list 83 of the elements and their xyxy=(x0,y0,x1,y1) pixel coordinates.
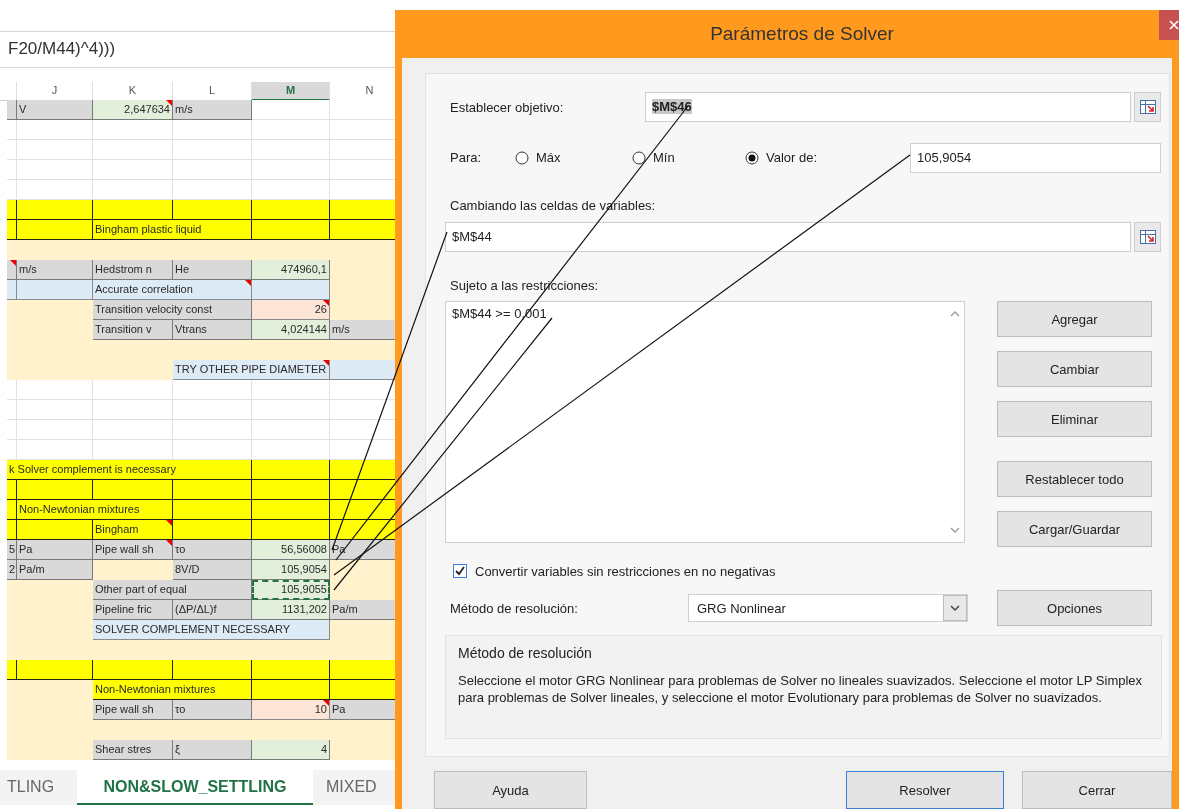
formula-bar[interactable]: F20/M44)^4))) xyxy=(0,32,395,68)
sheet-tab[interactable]: TLING xyxy=(7,770,77,805)
radio-label: Valor de: xyxy=(766,150,818,165)
dialog-button[interactable]: Cambiar xyxy=(997,351,1152,387)
cell-text: Bingham plastic liquid xyxy=(95,223,202,235)
cell-text: 2,647634 xyxy=(124,103,170,115)
radio-label: Máx xyxy=(536,150,561,165)
cell-text: V xyxy=(19,103,27,115)
cell-text: Pa xyxy=(19,543,33,555)
cell-text: Vtrans xyxy=(175,323,207,335)
chevron-down-icon xyxy=(950,527,960,534)
cell-text: Pa/m xyxy=(19,563,45,575)
cell-text: (ΔP/ΔL)f xyxy=(175,603,217,615)
range-button[interactable] xyxy=(1134,222,1161,252)
cell-text: τo xyxy=(175,543,186,555)
description-text: Seleccione el motor GRG Nonlinear para problemas de Solver no lineales suavizados. Seleccione el motor LP Simplex para problemas de Solver lineales, y seleccione el motor Evolutionary para problemas de Solver no suavizados. xyxy=(458,672,1144,706)
radio-button[interactable] xyxy=(515,150,529,165)
cell-text: 26 xyxy=(314,303,327,315)
cell-text: 474960,1 xyxy=(281,263,327,275)
cell-text: 10 xyxy=(314,703,327,715)
cell-text: 105,9054 xyxy=(281,563,327,575)
cell-text: 4 xyxy=(320,743,327,755)
cell-text: Pipeline fric xyxy=(95,603,152,615)
cell-text: τo xyxy=(175,703,186,715)
cell-text: 8V/D xyxy=(175,563,200,575)
cell-text: He xyxy=(175,263,190,275)
cell-text: ξ xyxy=(175,743,180,755)
cell-text: TRY OTHER PIPE DIAMETER xyxy=(175,363,327,375)
chevron-down-icon xyxy=(943,595,967,621)
range-button[interactable] xyxy=(1134,92,1161,122)
grid-arrow-icon xyxy=(1139,100,1156,114)
checkbox-label: Convertir variables sin restricciones en no negativas xyxy=(474,563,776,579)
radio-button[interactable] xyxy=(745,150,759,165)
dialog-button[interactable]: Resolver xyxy=(846,771,1004,809)
cell-text: Accurate correlation xyxy=(95,283,193,295)
dialog-button[interactable]: Eliminar xyxy=(997,401,1152,437)
cell-text: Pa xyxy=(332,703,346,715)
field-label: Método de resolución: xyxy=(449,600,579,616)
cell-text: Other part of equal xyxy=(95,583,187,595)
radio-label: Mín xyxy=(653,150,675,165)
cell-text: 2 xyxy=(9,563,16,575)
sheet-tab[interactable]: NON&SLOW_SETTLING xyxy=(77,770,313,805)
cell-text: Shear stres xyxy=(95,743,152,755)
cell-text: Transition velocity const xyxy=(95,303,212,315)
method-dropdown[interactable]: GRG Nonlinear xyxy=(688,594,968,622)
cell-text: m/s xyxy=(19,263,37,275)
cell-text: 4,024144 xyxy=(281,323,327,335)
dialog-title: Parámetros de Solver xyxy=(710,23,894,45)
cell-text: 56,56008 xyxy=(281,543,327,555)
cell-text: SOLVER COMPLEMENT NECESSARY xyxy=(95,623,290,635)
checkbox[interactable] xyxy=(453,564,467,578)
chevron-up-icon xyxy=(950,310,960,317)
close-button[interactable] xyxy=(1159,10,1179,40)
cell-text: Pipe wall sh xyxy=(95,543,154,555)
cell-text: Pa/m xyxy=(332,603,358,615)
dialog-button[interactable]: Ayuda xyxy=(434,771,587,809)
dialog-button[interactable]: Opciones xyxy=(997,590,1152,626)
cell-text: k Solver complement is necessary xyxy=(9,463,176,475)
cell-text: Non-Newtonian mixtures xyxy=(95,683,216,695)
cell-text: m/s xyxy=(332,323,350,335)
cell-text: Non-Newtonian mixtures xyxy=(19,503,140,515)
radio-button[interactable] xyxy=(632,150,646,165)
cell-text: 1131,202 xyxy=(281,603,327,615)
objective-field[interactable]: $M$46 xyxy=(645,92,1131,122)
cell-text: Transition v xyxy=(95,323,152,335)
sheet-tab[interactable]: MIXED xyxy=(313,770,390,805)
cell-text: m/s xyxy=(175,103,193,115)
value-field[interactable]: 105,9054 xyxy=(910,142,1161,173)
dialog-button[interactable]: Restablecer todo xyxy=(997,461,1152,497)
close-icon xyxy=(1169,20,1179,30)
cell-text: 5 xyxy=(9,543,16,555)
dialog-button[interactable]: Agregar xyxy=(997,301,1152,337)
cell-text: Pipe wall sh xyxy=(95,703,154,715)
cell-text: Bingham xyxy=(95,523,139,535)
variables-field[interactable]: $M$44 xyxy=(445,222,1131,252)
field-label: Establecer objetivo: xyxy=(449,99,565,115)
group-title: Método de resolución xyxy=(458,644,593,662)
dialog-button[interactable]: Cargar/Guardar xyxy=(997,511,1152,547)
cell-text: 105,9055 xyxy=(281,583,327,595)
field-label: Para: xyxy=(449,150,483,165)
cell-text: Hedstrom n xyxy=(95,263,152,275)
grid-arrow-icon xyxy=(1139,230,1156,244)
dialog-button[interactable]: Cerrar xyxy=(1022,771,1172,809)
